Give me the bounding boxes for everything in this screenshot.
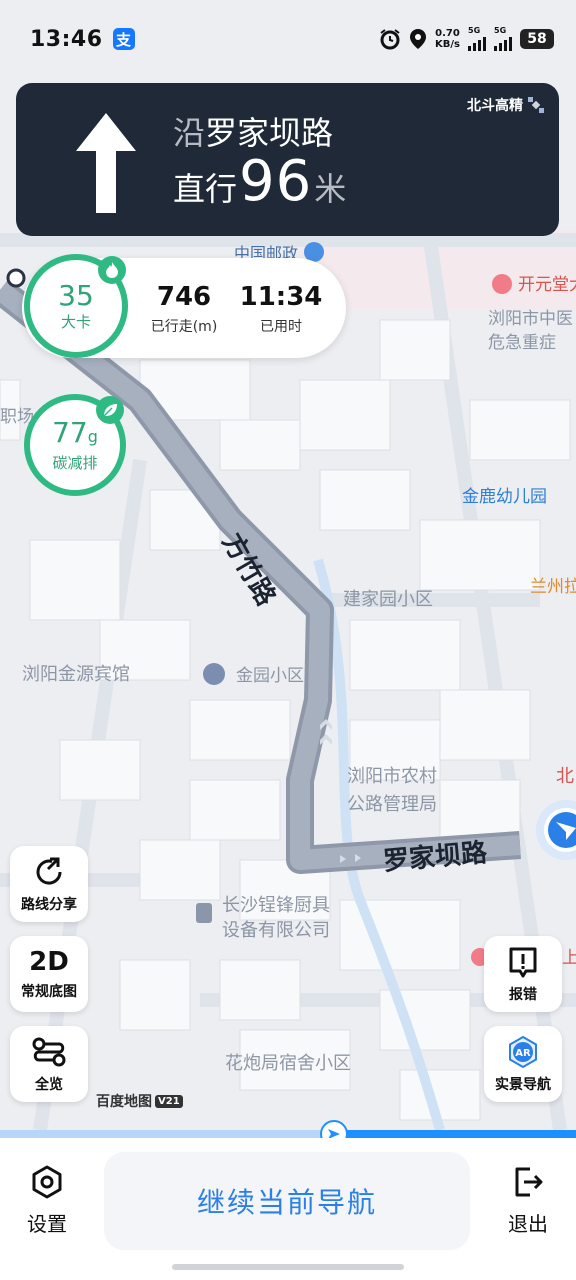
map-label-company-2[interactable]: 设备有限公司 — [222, 920, 330, 941]
guidance-distance: 直行 96 米 — [173, 149, 346, 214]
battery-icon: 58 — [520, 29, 554, 49]
map-label-hospital-2[interactable]: 危急重症 — [488, 333, 556, 353]
svg-text:AR: AR — [515, 1048, 531, 1059]
status-time: 13:46 — [30, 26, 103, 52]
share-route-button[interactable]: 路线分享 — [10, 846, 88, 922]
report-error-button[interactable]: 报错 — [484, 936, 562, 1012]
positioning-mode: 北斗高精 — [467, 95, 545, 115]
map-label-transport-1[interactable]: 浏阳市农村 — [347, 766, 437, 787]
distance-value: 96 — [239, 149, 313, 214]
overview-label: 全览 — [35, 1077, 63, 1093]
route-progress-bar — [0, 1120, 576, 1148]
settings-button[interactable]: 设置 — [17, 1164, 77, 1237]
map-label-dormitory[interactable]: 花炮局宿舍小区 — [225, 1053, 351, 1074]
guidance-panel[interactable]: 沿罗家坝路 直行 96 米 北斗高精 — [16, 83, 559, 236]
map-mode-button[interactable]: 2D 常规底图 — [10, 936, 88, 1012]
route-overview-icon — [31, 1034, 67, 1070]
ar-navigation-label: 实景导航 — [495, 1077, 551, 1093]
distance-walked: 746 已行走(m) — [150, 282, 218, 335]
share-icon — [31, 854, 67, 890]
route-progress-fill — [334, 1130, 576, 1138]
share-route-label: 路线分享 — [21, 897, 77, 913]
leaf-icon — [96, 396, 124, 424]
continue-navigation-button[interactable]: 继续当前导航 — [104, 1152, 470, 1250]
report-icon — [505, 944, 541, 980]
map-label-jinyuan[interactable]: 金园小区 — [236, 666, 304, 686]
signal-icon-2: 5G — [494, 27, 512, 51]
road-name: 罗家坝路 — [205, 114, 334, 152]
calories-ring: 35 大卡 — [24, 254, 128, 358]
carbon-unit: g — [87, 426, 98, 446]
net-speed: 0.70 KB/s — [435, 28, 460, 50]
map-mode-title: 2D — [29, 947, 69, 977]
overview-button[interactable]: 全览 — [10, 1026, 88, 1102]
calories-unit: 大卡 — [60, 312, 91, 331]
map-label-partial-east[interactable]: 上 — [562, 948, 576, 968]
satellite-icon — [528, 97, 544, 113]
map-label-beijing-partial[interactable]: 北 — [556, 766, 574, 787]
alarm-icon — [380, 29, 400, 50]
signal-icon: 5G — [468, 27, 486, 51]
guidance-action: 直行 — [173, 170, 238, 208]
time-used: 11:34 已用时 — [239, 282, 323, 335]
straight-arrow-icon — [76, 113, 136, 213]
guidance-road: 沿罗家坝路 — [173, 108, 333, 154]
distance-unit: 米 — [314, 170, 347, 208]
flame-icon — [98, 256, 126, 284]
trip-stats-card: 35 大卡 746 已行走(m) 11:34 已用时 — [22, 254, 346, 358]
map-label-hotel[interactable]: 浏阳金源宾馆 — [22, 664, 130, 685]
road-prefix: 沿 — [173, 114, 206, 152]
ar-navigation-button[interactable]: AR 实景导航 — [484, 1026, 562, 1102]
carbon-label: 碳减排 — [52, 453, 98, 472]
map-label-jianjia[interactable]: 建家园小区 — [343, 589, 433, 610]
map-label-hospital-1[interactable]: 浏阳市中医 — [488, 309, 573, 329]
location-icon — [410, 29, 427, 49]
bottom-bar: 设置 继续当前导航 退出 — [0, 1138, 576, 1280]
exit-button[interactable]: 退出 — [498, 1164, 558, 1237]
exit-label: 退出 — [508, 1212, 548, 1236]
gear-icon — [32, 1165, 62, 1199]
exit-icon — [515, 1167, 543, 1197]
carbon-value: 77 — [52, 415, 88, 449]
map-label-lanzhou[interactable]: 兰州拉 — [530, 577, 576, 597]
carbon-reduction-ring: 77g 碳减排 — [24, 394, 126, 496]
ar-icon: AR — [505, 1034, 541, 1070]
map-label-kaiyuan[interactable]: 开元堂大 — [518, 275, 576, 295]
map-mode-label: 常规底图 — [21, 984, 77, 1000]
home-indicator[interactable] — [172, 1264, 404, 1270]
calories-value: 35 — [58, 278, 94, 312]
settings-label: 设置 — [27, 1212, 67, 1236]
baidu-map-logo: 百度地图 V21 — [96, 1091, 183, 1111]
alipay-icon: 支 — [112, 28, 135, 50]
status-bar: 13:46 支 0.70 KB/s 5G 5G 58 — [0, 0, 576, 78]
map-label-transport-2[interactable]: 公路管理局 — [347, 794, 437, 815]
map-label-kindergarten[interactable]: 金鹿幼儿园 — [462, 487, 547, 507]
report-label: 报错 — [509, 987, 537, 1003]
map-label-company-1[interactable]: 长沙锃锋厨具 — [222, 895, 330, 916]
